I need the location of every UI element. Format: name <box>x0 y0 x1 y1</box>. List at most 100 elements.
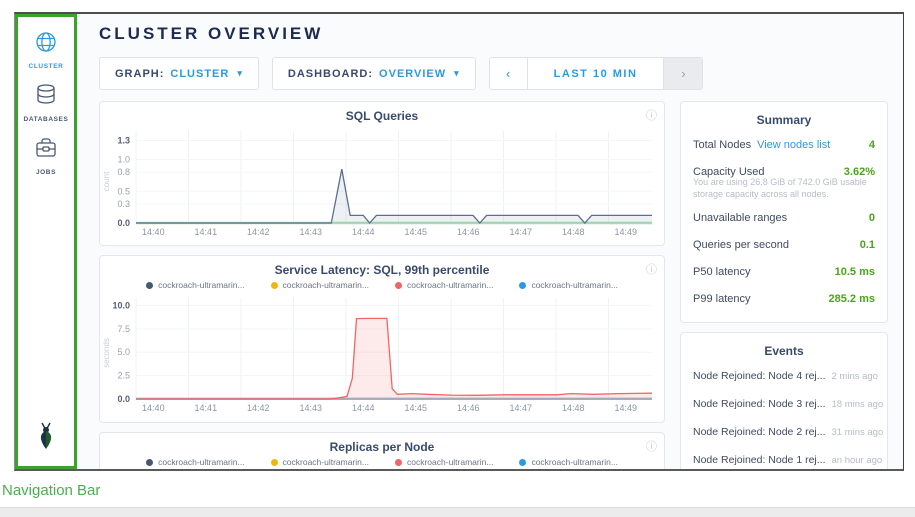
chart-legend: cockroach-ultramarin... cockroach-ultrama… <box>100 280 664 290</box>
p99-latency-value: 285.2 ms <box>829 293 875 305</box>
svg-text:14:45: 14:45 <box>405 227 428 237</box>
total-nodes-label: Total Nodes <box>693 139 751 151</box>
legend-item[interactable]: cockroach-ultramarin... <box>395 457 493 467</box>
chart-legend: cockroach-ultramarin... cockroach-ultrama… <box>100 457 664 467</box>
legend-dot-icon <box>146 459 153 466</box>
legend-dot-icon <box>519 282 526 289</box>
svg-text:14:40: 14:40 <box>142 403 165 413</box>
time-next-button[interactable]: › <box>664 58 702 89</box>
capacity-note: You are using 26.8 GiB of 742.0 GiB usab… <box>693 176 875 200</box>
svg-text:seconds: seconds <box>102 338 111 368</box>
event-time: 2 mins ago <box>826 371 878 382</box>
annotation-caption: Navigation Bar <box>2 482 100 499</box>
globe-icon <box>34 30 58 59</box>
time-range-picker: ‹ LAST 10 MIN › <box>489 57 704 90</box>
svg-text:14:43: 14:43 <box>300 227 323 237</box>
svg-text:14:44: 14:44 <box>352 227 375 237</box>
summary-row-p50: P50 latency 10.5 ms <box>693 258 875 285</box>
svg-text:7.5: 7.5 <box>117 324 130 334</box>
event-time: 18 mins ago <box>826 399 884 410</box>
briefcase-icon <box>34 136 58 165</box>
summary-panel: Summary Total Nodes View nodes list 4 Ca… <box>680 101 888 323</box>
view-nodes-list-link[interactable]: View nodes list <box>757 139 830 151</box>
database-icon <box>35 83 57 112</box>
event-message: Node Rejoined: Node 1 rej... <box>693 454 826 466</box>
svg-text:0.5: 0.5 <box>117 186 130 196</box>
svg-text:14:47: 14:47 <box>510 403 533 413</box>
svg-text:1.3: 1.3 <box>117 136 130 146</box>
svg-text:14:49: 14:49 <box>614 403 637 413</box>
legend-item[interactable]: cockroach-ultramarin... <box>271 457 369 467</box>
admin-ui-window: CLUSTER DATABASES <box>14 12 904 471</box>
svg-text:5.0: 5.0 <box>117 347 130 357</box>
event-row: Node Rejoined: Node 4 rej... 2 mins ago <box>693 362 875 390</box>
svg-text:14:41: 14:41 <box>195 227 218 237</box>
summary-row-qps: Queries per second 0.1 <box>693 231 875 258</box>
event-row: Node Rejoined: Node 3 rej... 18 mins ago <box>693 390 875 418</box>
graph-dropdown-value: CLUSTER <box>170 68 229 80</box>
info-icon[interactable]: ⓘ <box>646 107 657 123</box>
svg-text:14:40: 14:40 <box>142 227 165 237</box>
event-message: Node Rejoined: Node 4 rej... <box>693 370 826 382</box>
sql-queries-chart[interactable]: 1.31.00.80.50.30.014:4014:4114:4214:4314… <box>100 125 660 238</box>
legend-item[interactable]: cockroach-ultramarin... <box>519 280 617 290</box>
chart-title: SQL Queries <box>100 109 664 123</box>
sidebar-item-cluster[interactable]: CLUSTER <box>29 30 64 70</box>
sidebar-item-databases[interactable]: DATABASES <box>24 83 69 123</box>
charts-column: SQL Queries ⓘ 1.31.00.80.50.30.014:4014:… <box>99 101 665 469</box>
svg-text:0.0: 0.0 <box>117 218 130 228</box>
sidebar-item-label: DATABASES <box>24 116 69 123</box>
svg-text:14:42: 14:42 <box>247 403 270 413</box>
svg-text:2.5: 2.5 <box>117 371 130 381</box>
total-nodes-value: 4 <box>869 139 875 151</box>
event-message: Node Rejoined: Node 2 rej... <box>693 426 826 438</box>
chevron-down-icon: ▾ <box>237 68 243 79</box>
svg-text:14:41: 14:41 <box>195 403 218 413</box>
toolbar: GRAPH: CLUSTER ▾ DASHBOARD: OVERVIEW ▾ ‹… <box>99 57 903 90</box>
navigation-bar: CLUSTER DATABASES <box>15 14 77 469</box>
svg-text:10.0: 10.0 <box>112 300 130 310</box>
chart-card-replicas-per-node: Replicas per Node ⓘ cockroach-ultramarin… <box>99 432 665 469</box>
legend-item[interactable]: cockroach-ultramarin... <box>395 280 493 290</box>
svg-text:14:48: 14:48 <box>562 227 585 237</box>
chart-title: Replicas per Node <box>100 440 664 454</box>
svg-text:14:44: 14:44 <box>352 403 375 413</box>
event-row: Node Rejoined: Node 2 rej... 31 mins ago <box>693 418 875 446</box>
svg-text:14:48: 14:48 <box>562 403 585 413</box>
event-time: 31 mins ago <box>826 427 884 438</box>
legend-dot-icon <box>146 282 153 289</box>
legend-dot-icon <box>519 459 526 466</box>
time-prev-button[interactable]: ‹ <box>490 58 528 89</box>
legend-item[interactable]: cockroach-ultramarin... <box>271 280 369 290</box>
cockroachdb-logo-icon <box>33 421 59 456</box>
legend-item[interactable]: cockroach-ultramarin... <box>519 457 617 467</box>
page: CLUSTER DATABASES <box>0 0 915 517</box>
chart-card-sql-queries: SQL Queries ⓘ 1.31.00.80.50.30.014:4014:… <box>99 101 665 246</box>
svg-text:14:46: 14:46 <box>457 403 480 413</box>
events-panel: Events Node Rejoined: Node 4 rej... 2 mi… <box>680 332 888 469</box>
service-latency-chart[interactable]: 10.07.55.02.50.014:4014:4114:4214:4314:4… <box>100 292 660 414</box>
svg-text:14:46: 14:46 <box>457 227 480 237</box>
svg-text:0.0: 0.0 <box>117 394 130 404</box>
unavailable-ranges-label: Unavailable ranges <box>693 212 787 224</box>
svg-text:14:47: 14:47 <box>510 227 533 237</box>
event-time: an hour ago <box>826 455 883 466</box>
p50-latency-value: 10.5 ms <box>835 266 875 278</box>
legend-dot-icon <box>271 459 278 466</box>
unavailable-ranges-value: 0 <box>869 212 875 224</box>
svg-text:0.8: 0.8 <box>117 167 130 177</box>
svg-text:14:45: 14:45 <box>405 403 428 413</box>
legend-item[interactable]: cockroach-ultramarin... <box>146 280 244 290</box>
graph-dropdown[interactable]: GRAPH: CLUSTER ▾ <box>99 57 259 90</box>
summary-row-unavailable: Unavailable ranges 0 <box>693 204 875 231</box>
dashboard-dropdown[interactable]: DASHBOARD: OVERVIEW ▾ <box>272 57 476 90</box>
legend-dot-icon <box>271 282 278 289</box>
event-row: Node Rejoined: Node 1 rej... an hour ago <box>693 446 875 469</box>
main-content: CLUSTER OVERVIEW GRAPH: CLUSTER ▾ DASHBO… <box>77 14 903 469</box>
info-icon[interactable]: ⓘ <box>646 261 657 277</box>
legend-item[interactable]: cockroach-ultramarin... <box>146 457 244 467</box>
time-range-label[interactable]: LAST 10 MIN <box>528 58 665 89</box>
sidebar-item-jobs[interactable]: JOBS <box>34 136 58 176</box>
svg-text:0.3: 0.3 <box>117 199 130 209</box>
info-icon[interactable]: ⓘ <box>646 438 657 454</box>
